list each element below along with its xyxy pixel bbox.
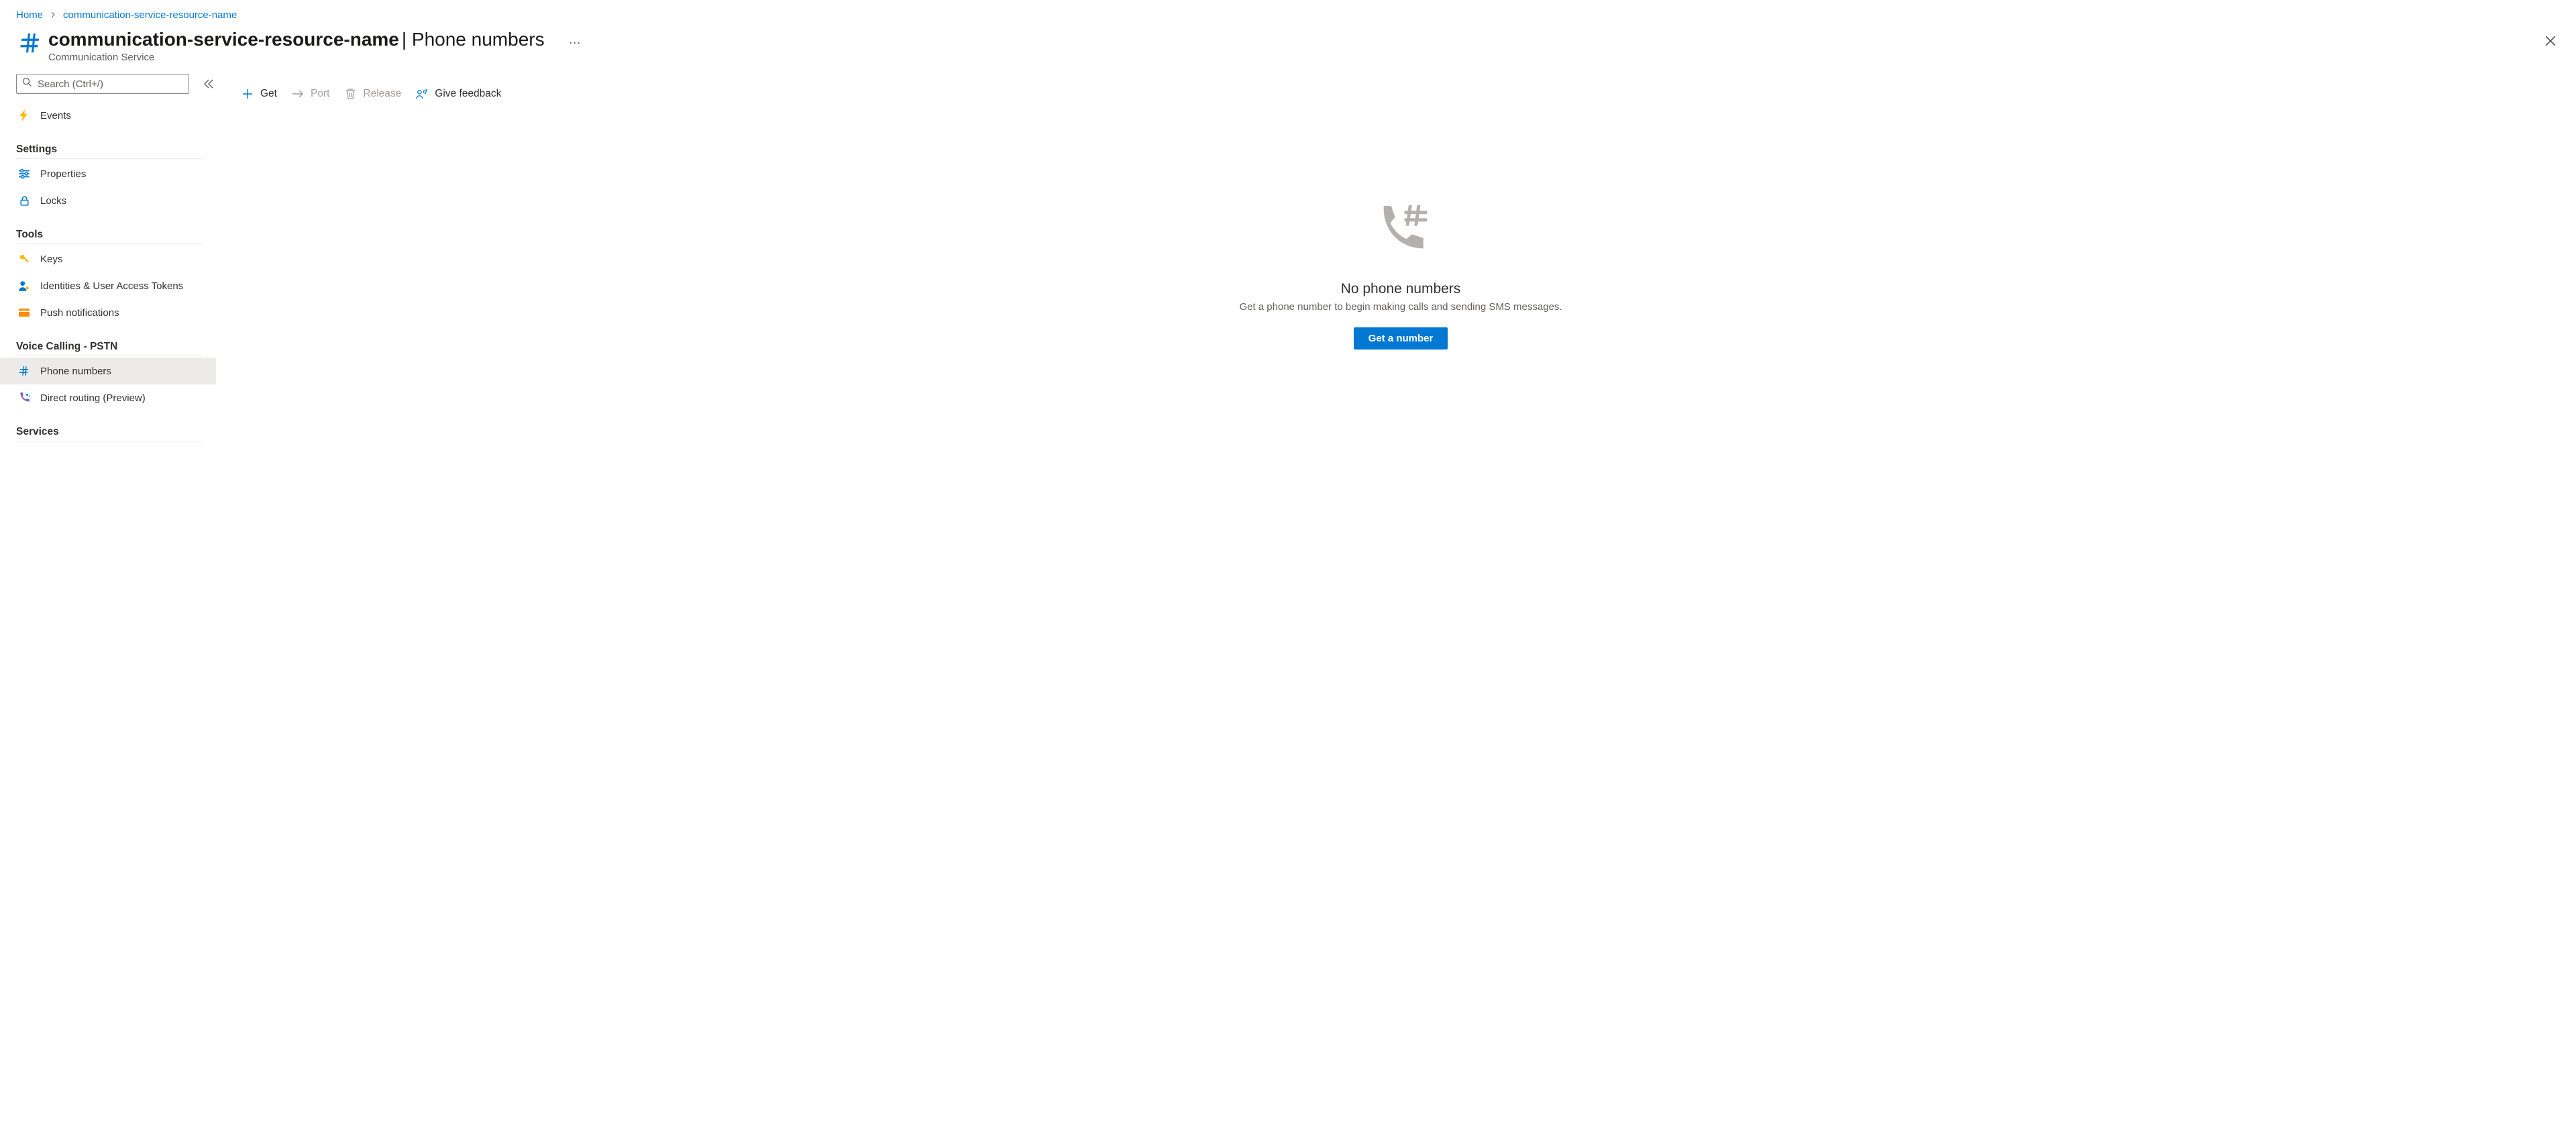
sidebar-item-events[interactable]: Events [16, 102, 216, 129]
sidebar-group-services: Services [16, 426, 216, 438]
sidebar-item-push-notifications[interactable]: Push notifications [16, 299, 216, 326]
sidebar-item-label: Phone numbers [40, 366, 111, 377]
hash-icon [16, 29, 44, 57]
empty-state-icon [1371, 201, 1431, 265]
breadcrumb-home[interactable]: Home [16, 9, 43, 21]
search-icon [22, 77, 32, 91]
arrow-right-icon [292, 88, 304, 100]
sidebar-item-label: Events [40, 110, 71, 121]
sliders-icon [17, 167, 31, 180]
sidebar-item-label: Push notifications [40, 307, 119, 319]
sidebar-item-properties[interactable]: Properties [16, 160, 216, 187]
toolbar-port-button: Port [292, 88, 329, 100]
empty-state: No phone numbers Get a phone number to b… [241, 201, 2560, 350]
page-title-section: | Phone numbers [402, 29, 545, 50]
page-subtitle: Communication Service [48, 52, 545, 63]
sidebar-item-phone-numbers[interactable]: Phone numbers [0, 358, 216, 384]
phone-route-icon [17, 391, 31, 405]
toolbar: Get Port Release [241, 80, 2560, 107]
sidebar-group-voice: Voice Calling - PSTN [16, 341, 216, 353]
page-title-resource: communication-service-resource-name [48, 29, 399, 50]
sidebar-item-locks[interactable]: Locks [16, 187, 216, 214]
main-content: Get Port Release [216, 68, 2576, 443]
lightning-icon [17, 109, 31, 122]
search-input-wrapper[interactable] [16, 74, 189, 94]
breadcrumb: Home communication-service-resource-name [0, 0, 2576, 26]
toolbar-release-button: Release [344, 88, 401, 100]
sidebar-item-label: Properties [40, 168, 86, 180]
get-a-number-button[interactable]: Get a number [1354, 327, 1448, 350]
toolbar-give-feedback-button[interactable]: Give feedback [416, 88, 501, 100]
collapse-sidebar-button[interactable] [201, 76, 216, 91]
search-input[interactable] [38, 78, 183, 90]
sidebar-item-direct-routing[interactable]: Direct routing (Preview) [16, 384, 216, 411]
toolbar-label: Port [311, 88, 329, 100]
sidebar-item-identities[interactable]: Identities & User Access Tokens [16, 272, 216, 299]
trash-icon [344, 88, 356, 100]
divider [16, 158, 203, 159]
sidebar-item-label: Direct routing (Preview) [40, 392, 146, 404]
card-icon [17, 306, 31, 319]
sidebar-item-keys[interactable]: Keys [16, 246, 216, 272]
sidebar: Events Settings Properties Locks Tools [0, 68, 216, 443]
lock-icon [17, 194, 31, 207]
toolbar-label: Give feedback [435, 88, 501, 100]
sidebar-item-label: Locks [40, 195, 66, 207]
toolbar-label: Release [363, 88, 401, 100]
empty-state-title: No phone numbers [1341, 281, 1461, 297]
page-title: communication-service-resource-name | Ph… [48, 29, 545, 50]
toolbar-label: Get [260, 88, 277, 100]
more-button[interactable]: ⋯ [564, 33, 586, 53]
feedback-person-icon [416, 88, 428, 100]
plus-icon [241, 88, 254, 100]
hash-icon [17, 364, 31, 378]
close-button[interactable] [2538, 29, 2563, 53]
toolbar-get-button[interactable]: Get [241, 88, 277, 100]
sidebar-item-label: Identities & User Access Tokens [40, 280, 183, 292]
key-icon [17, 252, 31, 266]
page-header: communication-service-resource-name | Ph… [0, 26, 2576, 68]
empty-state-description: Get a phone number to begin making calls… [1239, 301, 1562, 313]
breadcrumb-resource[interactable]: communication-service-resource-name [63, 9, 237, 21]
sidebar-item-label: Keys [40, 254, 62, 265]
person-key-icon [17, 279, 31, 292]
sidebar-group-settings: Settings [16, 144, 216, 156]
sidebar-group-tools: Tools [16, 229, 216, 241]
chevron-right-icon [50, 10, 56, 20]
